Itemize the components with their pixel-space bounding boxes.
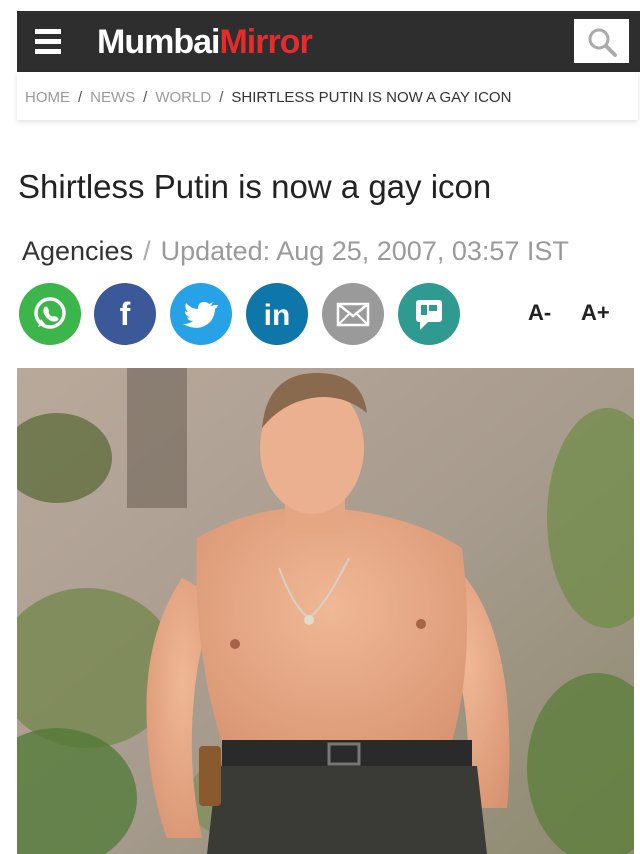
whatsapp-share-button[interactable] (19, 283, 81, 345)
article-photo (17, 368, 634, 854)
twitter-share-button[interactable] (170, 283, 232, 345)
search-button[interactable] (574, 19, 629, 63)
linkedin-share-button[interactable]: in (246, 283, 308, 345)
breadcrumb-home[interactable]: HOME (25, 89, 70, 106)
logo-mirror: Mirror (219, 23, 312, 61)
comment-share-button[interactable] (398, 283, 460, 345)
comment-icon (416, 300, 442, 330)
font-decrease-button[interactable]: A- (528, 300, 551, 326)
breadcrumb-world[interactable]: WORLD (155, 89, 211, 106)
breadcrumb-current: SHIRTLESS PUTIN IS NOW A GAY ICON (231, 89, 512, 106)
breadcrumb: HOME / NEWS / WORLD / SHIRTLESS PUTIN IS NOW A… (17, 72, 638, 120)
font-increase-button[interactable]: A+ (581, 300, 610, 326)
search-icon (588, 28, 617, 57)
svg-text:f: f (120, 296, 131, 332)
breadcrumb-separator: / (219, 89, 224, 106)
article-meta: Agencies / Updated: Aug 25, 2007, 03:57 IS… (22, 236, 569, 267)
linkedin-icon: in (264, 299, 291, 332)
whatsapp-icon (34, 297, 66, 329)
facebook-icon: f (120, 296, 131, 332)
breadcrumb-separator: / (143, 89, 148, 106)
breadcrumb-news[interactable]: NEWS (90, 89, 135, 106)
svg-text:in: in (264, 299, 291, 332)
facebook-share-button[interactable]: f (94, 283, 156, 345)
site-logo[interactable]: MumbaiMirror (97, 21, 313, 63)
menu-icon[interactable] (35, 29, 61, 55)
logo-mumbai: Mumbai (97, 23, 220, 61)
article-author[interactable]: Agencies (22, 236, 133, 266)
article-title: Shirtless Putin is now a gay icon (18, 168, 492, 205)
email-share-button[interactable] (322, 283, 384, 345)
meta-separator: / (143, 236, 151, 266)
envelope-icon (336, 302, 370, 327)
twitter-bird-icon (183, 302, 218, 328)
header-bar: MumbaiMirror (17, 11, 640, 72)
article-updated: Updated: Aug 25, 2007, 03:57 IST (160, 236, 569, 266)
breadcrumb-separator: / (78, 89, 83, 106)
